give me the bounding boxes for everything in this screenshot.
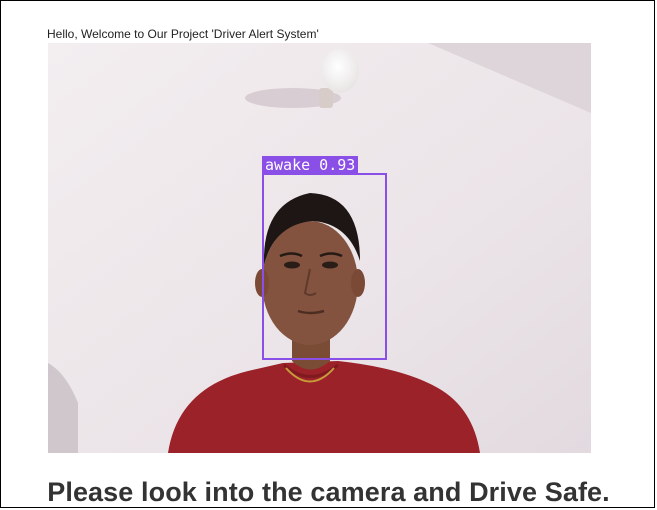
welcome-text: Hello, Welcome to Our Project 'Driver Al…	[47, 27, 319, 41]
camera-feed: awake 0.93	[48, 43, 591, 453]
safety-message: Please look into the camera and Drive Sa…	[47, 477, 610, 507]
detection-label: awake 0.93	[262, 156, 359, 174]
detection-bounding-box	[262, 173, 387, 360]
app-frame: Hello, Welcome to Our Project 'Driver Al…	[0, 0, 655, 508]
